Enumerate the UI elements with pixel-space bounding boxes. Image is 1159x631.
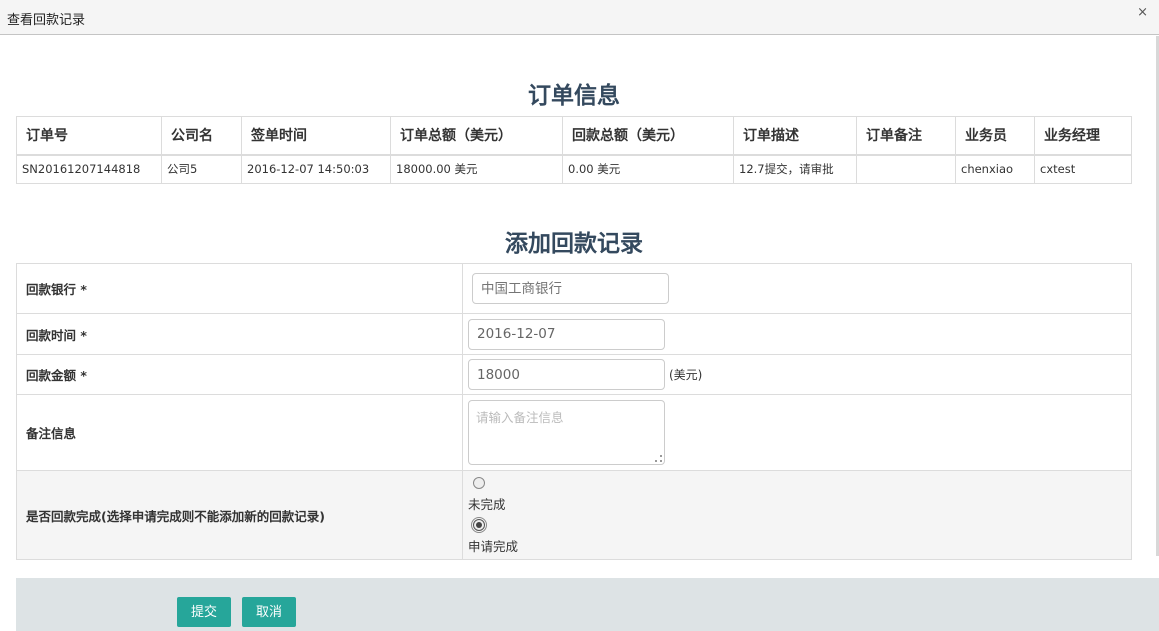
column-header: 订单描述 bbox=[733, 116, 857, 156]
table-cell: SN20161207144818 bbox=[16, 154, 162, 184]
table-cell: 18000.00 美元 bbox=[390, 154, 563, 184]
add-record-section-title: 添加回款记录 bbox=[505, 231, 643, 257]
radio-apply-complete[interactable] bbox=[471, 516, 487, 533]
bank-label: 回款银行 * bbox=[16, 263, 463, 314]
resize-handle-icon[interactable] bbox=[655, 455, 662, 462]
amount-unit: (美元) bbox=[669, 368, 703, 382]
form-row-complete: 是否回款完成(选择申请完成则不能添加新的回款记录) 未完成 申请完成 bbox=[16, 470, 1132, 560]
table-cell: chenxiao bbox=[955, 154, 1035, 184]
table-cell: cxtest bbox=[1034, 154, 1132, 184]
form-row-note: 备注信息 请输入备注信息 bbox=[16, 394, 1132, 471]
submit-button[interactable]: 提交 bbox=[177, 597, 232, 627]
form-row-amount: 回款金额 * (美元) bbox=[16, 354, 1132, 395]
form-row-date: 回款时间 * bbox=[16, 313, 1132, 355]
dialog-header: 查看回款记录 × bbox=[0, 0, 1159, 35]
order-table: 订单号 公司名 签单时间 订单总额（美元） 回款总额（美元） 订单描述 订单备注… bbox=[16, 116, 1132, 184]
radio-incomplete[interactable] bbox=[473, 476, 485, 489]
column-header: 业务经理 bbox=[1034, 116, 1132, 156]
form-row-bank: 回款银行 * bbox=[16, 263, 1132, 314]
column-header: 订单总额（美元） bbox=[390, 116, 563, 156]
date-input[interactable] bbox=[468, 318, 665, 350]
table-cell: 2016-12-07 14:50:03 bbox=[241, 154, 391, 184]
order-table-header-row: 订单号 公司名 签单时间 订单总额（美元） 回款总额（美元） 订单描述 订单备注… bbox=[16, 116, 1132, 156]
date-label: 回款时间 * bbox=[16, 313, 463, 355]
column-header: 订单号 bbox=[16, 116, 162, 156]
order-section-title: 订单信息 bbox=[528, 83, 620, 109]
note-textarea[interactable]: 请输入备注信息 bbox=[468, 400, 665, 465]
column-header: 业务员 bbox=[955, 116, 1035, 156]
table-cell bbox=[856, 154, 956, 184]
table-cell: 12.7提交，请审批 bbox=[733, 154, 857, 184]
radio-option-incomplete[interactable] bbox=[468, 476, 1131, 492]
close-icon[interactable]: × bbox=[1137, 5, 1148, 20]
table-cell: 公司5 bbox=[161, 154, 242, 184]
radio-option-apply-complete[interactable] bbox=[468, 516, 1131, 534]
amount-label: 回款金额 * bbox=[16, 354, 463, 395]
complete-label: 是否回款完成(选择申请完成则不能添加新的回款记录) bbox=[16, 470, 463, 560]
column-header: 订单备注 bbox=[856, 116, 956, 156]
radio-incomplete-label: 未完成 bbox=[468, 496, 506, 512]
radio-apply-complete-label: 申请完成 bbox=[468, 538, 519, 554]
add-record-form: 回款银行 * 回款时间 * 回款金额 * (美元) 备注信息 请输入备注信息 是… bbox=[16, 263, 1132, 560]
table-cell: 0.00 美元 bbox=[562, 154, 734, 184]
dialog-title: 查看回款记录 bbox=[7, 13, 86, 28]
dialog-footer: 提交 取消 bbox=[16, 578, 1159, 631]
column-header: 回款总额（美元） bbox=[562, 116, 734, 156]
note-placeholder: 请输入备注信息 bbox=[476, 410, 564, 425]
cancel-button[interactable]: 取消 bbox=[242, 597, 297, 627]
table-row: SN20161207144818 公司5 2016-12-07 14:50:03… bbox=[16, 154, 1132, 184]
amount-input[interactable] bbox=[468, 359, 665, 390]
note-label: 备注信息 bbox=[16, 394, 463, 471]
column-header: 公司名 bbox=[161, 116, 242, 156]
bank-input[interactable] bbox=[472, 273, 669, 304]
column-header: 签单时间 bbox=[241, 116, 391, 156]
